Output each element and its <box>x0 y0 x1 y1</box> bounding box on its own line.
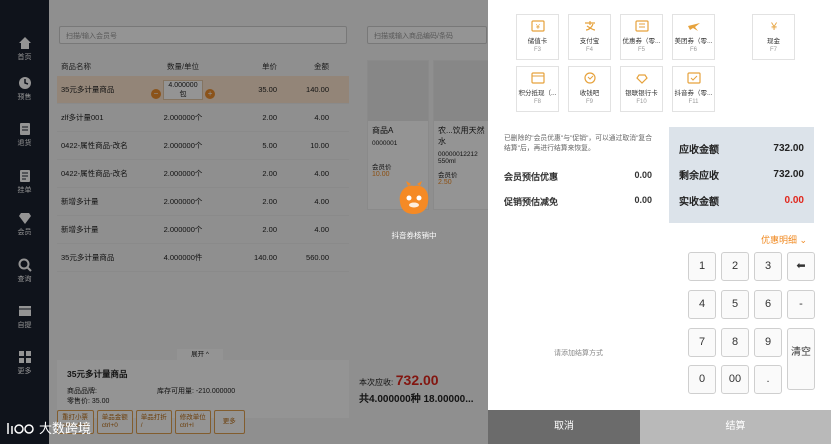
pos-checkout-screen: 首页 预售 退货 挂单 会员 查询 自提 更多 扫描/输入会员号 扫描或输入商品… <box>0 0 831 444</box>
payment-key: F11 <box>688 99 699 105</box>
payment-label: 银联银行卡 <box>625 90 658 97</box>
payment-key: F6 <box>689 47 697 53</box>
card-icon: ¥ <box>530 20 545 32</box>
key-8[interactable]: 8 <box>721 328 749 357</box>
meituan-icon <box>687 23 700 31</box>
key-1[interactable]: 1 <box>688 252 716 281</box>
summary-value: 0.00 <box>784 194 804 206</box>
key-4[interactable]: 4 <box>688 290 716 319</box>
payment-coupon[interactable]: 优惠券（零... F5 <box>620 14 663 60</box>
summary-label: 剩余应收 <box>679 170 719 182</box>
key-9[interactable]: 9 <box>754 328 782 357</box>
coupon-icon <box>634 20 649 32</box>
payment-shouqianba[interactable]: 收钱吧 F9 <box>568 66 611 112</box>
douyin-icon <box>686 72 701 84</box>
key-6[interactable]: 6 <box>754 290 782 319</box>
payment-label: 优惠券（零... <box>622 38 661 45</box>
promo-discount-row: 促销预估减免 0.00 <box>504 195 652 208</box>
payment-key: F9 <box>585 99 593 105</box>
summary-label: 应收金额 <box>679 144 719 156</box>
watermark-logo-icon <box>7 422 34 434</box>
detail-link-label: 优惠明细 <box>761 235 798 245</box>
payment-alipay[interactable]: 支付宝 F4 <box>568 14 611 60</box>
discount-detail-link[interactable]: 优惠明细 ⌄ <box>761 233 807 246</box>
payment-key: F5 <box>637 47 645 53</box>
member-discount-row: 会员预估优惠 0.00 <box>504 170 652 183</box>
payment-label: 收钱吧 <box>579 90 600 97</box>
payment-unionpay[interactable]: 银联银行卡 F10 <box>620 66 663 112</box>
payment-label: 抖音券（零... <box>674 90 713 97</box>
payment-points[interactable]: 积分抵现（... F8 <box>516 66 559 112</box>
discount-label: 会员预估优惠 <box>504 172 559 182</box>
payment-stored-card[interactable]: ¥ 储值卡 F3 <box>516 14 559 60</box>
settle-button[interactable]: 结算 <box>640 410 831 444</box>
amount-summary: 应收金额 732.00 剩余应收 732.00 实收金额 0.00 <box>669 127 814 223</box>
summary-value: 732.00 <box>773 168 804 180</box>
discount-label: 促销预估减免 <box>504 197 559 207</box>
cash-icon: ¥ <box>769 21 777 32</box>
loading-indicator: 抖音券核销中 <box>384 178 444 241</box>
payment-label: 支付宝 <box>579 38 600 45</box>
watermark: 大数跨境 <box>6 418 91 437</box>
remaining-row: 剩余应收 732.00 <box>679 161 804 187</box>
svg-text:¥: ¥ <box>769 21 777 32</box>
cancel-button[interactable]: 取消 <box>488 410 640 444</box>
payment-douyin[interactable]: 抖音券（零... F11 <box>672 66 715 112</box>
receivable-row: 应收金额 732.00 <box>679 135 804 161</box>
alipay-icon <box>584 21 595 31</box>
key-7[interactable]: 7 <box>688 328 716 357</box>
discount-value: 0.00 <box>634 170 652 180</box>
key-dot[interactable]: . <box>754 365 782 394</box>
payment-key: F10 <box>636 99 647 105</box>
received-row: 实收金额 0.00 <box>679 187 804 213</box>
unionpay-icon <box>635 74 648 84</box>
payment-label: 积分抵现（... <box>518 90 557 97</box>
backspace-key[interactable]: ⬅ <box>787 252 815 281</box>
discount-removed-note: 已删除的"会员优惠"与"促销"，可以通过取消"复合结算"后，再进行结算来恢复。 <box>504 135 653 152</box>
watermark-text: 大数跨境 <box>39 421 92 436</box>
checkout-panel: ¥ 储值卡 F3 支付宝 F4 优惠券（零... F5 美团券（零... F6 … <box>488 0 831 444</box>
payment-key: F7 <box>769 47 777 53</box>
payment-key: F4 <box>585 47 593 53</box>
key-3[interactable]: 3 <box>754 252 782 281</box>
summary-value: 732.00 <box>773 142 804 154</box>
points-icon <box>530 72 545 84</box>
discount-value: 0.00 <box>634 195 652 205</box>
payment-key: F3 <box>533 47 541 53</box>
key-2[interactable]: 2 <box>721 252 749 281</box>
summary-label: 实收金额 <box>679 196 719 208</box>
loading-mascot-icon <box>399 181 429 214</box>
payment-label: 美团券（零... <box>674 38 713 45</box>
svg-text:¥: ¥ <box>536 24 540 31</box>
key-00[interactable]: 00 <box>721 365 749 394</box>
payment-cash[interactable]: ¥ 现金 F7 <box>752 14 795 60</box>
key-minus[interactable]: - <box>787 290 815 319</box>
key-0[interactable]: 0 <box>688 365 716 394</box>
payment-label: 储值卡 <box>527 38 548 45</box>
shouqianba-icon <box>583 72 596 84</box>
key-5[interactable]: 5 <box>721 290 749 319</box>
loading-text: 抖音券核销中 <box>391 231 437 240</box>
chevron-down-icon: ⌄ <box>799 235 808 245</box>
payment-key: F8 <box>533 99 541 105</box>
payment-meituan[interactable]: 美团券（零... F6 <box>672 14 715 60</box>
payment-label: 现金 <box>767 38 780 45</box>
clear-key[interactable]: 清空 <box>787 328 815 390</box>
add-payment-hint: 请添加结算方式 <box>554 350 603 357</box>
